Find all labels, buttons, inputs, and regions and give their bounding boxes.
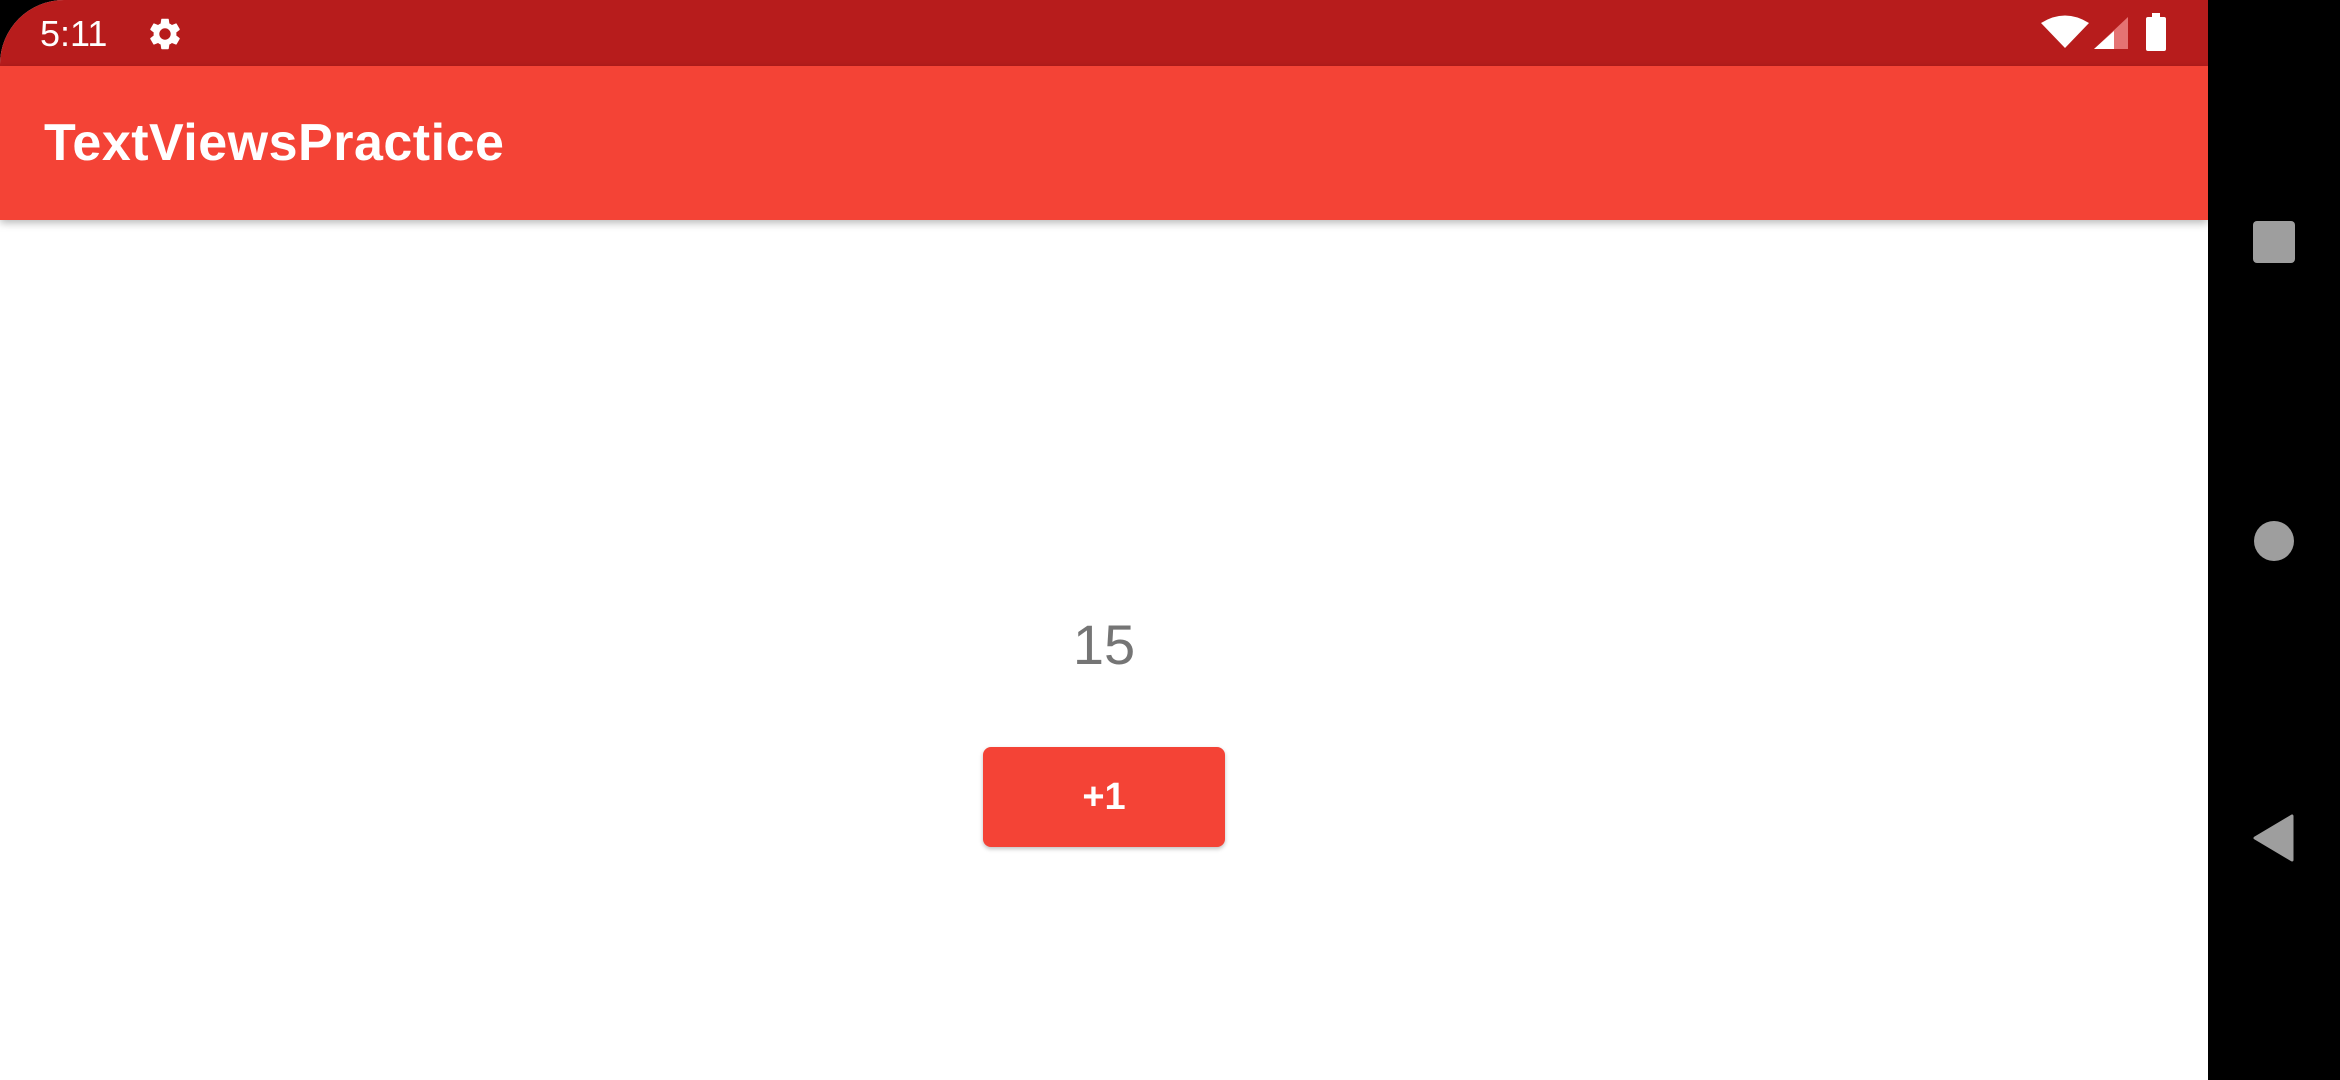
- wifi-icon: [2041, 15, 2089, 48]
- app-title: TextViewsPractice: [44, 114, 505, 172]
- cell-signal-icon: [2094, 17, 2128, 49]
- navigation-bar: [2208, 0, 2340, 1080]
- increment-button[interactable]: +1: [983, 747, 1225, 847]
- home-circle-icon[interactable]: [2253, 520, 2295, 562]
- battery-icon: [2146, 13, 2166, 51]
- counter-text: 15: [1072, 613, 1136, 676]
- app-screen: 5:11 TextViewsPractice 15 +1: [0, 0, 2208, 1080]
- status-bar: 5:11: [0, 0, 2208, 66]
- settings-gear-icon: [150, 18, 180, 50]
- app-bar: TextViewsPractice: [0, 66, 2208, 220]
- recents-square-icon[interactable]: [2253, 221, 2295, 263]
- main-content: 15 +1: [0, 220, 2208, 1080]
- back-triangle-icon[interactable]: [2252, 814, 2296, 862]
- status-time: 5:11: [40, 13, 108, 54]
